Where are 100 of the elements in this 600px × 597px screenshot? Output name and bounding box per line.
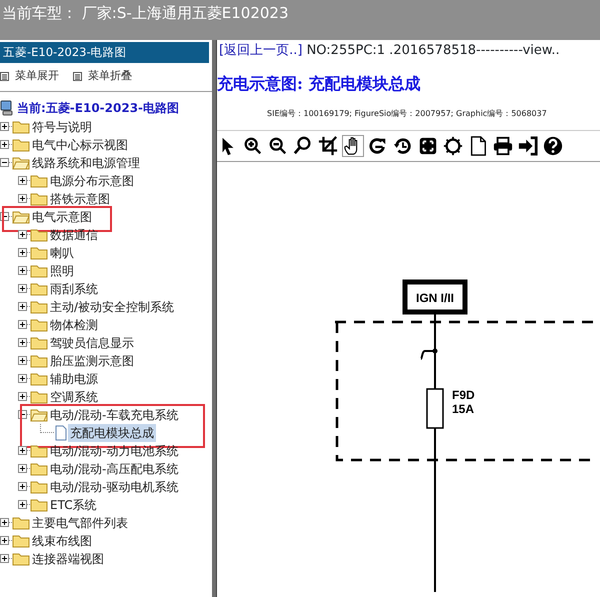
crop-icon: [318, 136, 338, 156]
tree-item[interactable]: 雨刮系统: [48, 280, 100, 298]
tree-item[interactable]: 电动/混动-动力电池系统: [48, 442, 180, 460]
folder-icon: [12, 210, 30, 224]
zoom-out-tool[interactable]: [267, 135, 289, 157]
folder-icon: [12, 156, 30, 170]
back-link[interactable]: [返回上一页..]: [219, 43, 302, 58]
expand-icon[interactable]: [0, 518, 9, 528]
folder-icon: [12, 534, 30, 548]
tree-root[interactable]: 当前:五菱-E10-2023-电路图: [17, 98, 180, 117]
tree-item[interactable]: 电动/混动-车载充电系统: [48, 406, 180, 424]
collapse-icon[interactable]: [0, 158, 9, 168]
expand-icon[interactable]: [18, 464, 27, 474]
expand-icon[interactable]: [0, 536, 9, 546]
sign-in-icon: [518, 136, 538, 156]
tree-item[interactable]: 辅助电源: [48, 370, 100, 388]
computer-icon: [0, 100, 14, 116]
tree-item[interactable]: 喇叭: [48, 244, 76, 262]
page-icon: [468, 136, 488, 156]
tree-item[interactable]: 连接器端视图: [30, 550, 106, 568]
hand-tool[interactable]: [342, 135, 364, 157]
tree-title: 五菱-E10-2023-电路图: [0, 42, 209, 64]
tree-item[interactable]: 符号与说明: [30, 118, 94, 136]
tree-item[interactable]: 线路系统和电源管理: [30, 154, 142, 172]
folder-icon: [30, 174, 48, 188]
expand-icon[interactable]: [18, 482, 27, 492]
folder-icon: [30, 444, 48, 458]
folder-icon: [30, 372, 48, 386]
gear-tool[interactable]: [442, 135, 464, 157]
expand-icon[interactable]: [18, 500, 27, 510]
tree-item[interactable]: ETC系统: [48, 496, 99, 514]
expand-icon[interactable]: [18, 230, 27, 240]
zoom-out-icon: [268, 136, 288, 156]
expand-icon[interactable]: [18, 266, 27, 276]
tree-item[interactable]: 照明: [48, 262, 76, 280]
tree-item[interactable]: 胎压监测示意图: [48, 352, 136, 370]
search-icon: [293, 136, 313, 156]
diagram-ids: SIE编号：100169179; FigureSio编号：2007957; Graphic编号：5068037: [267, 109, 547, 118]
menu-item[interactable]: 菜单折叠: [88, 68, 132, 85]
connector-label-box: [402, 280, 468, 314]
expand-icon[interactable]: [18, 284, 27, 294]
tree-item[interactable]: 主要电气部件列表: [30, 514, 130, 532]
expand-icon[interactable]: [18, 248, 27, 258]
folder-icon: [30, 462, 48, 476]
folder-icon: [30, 264, 48, 278]
tree-item[interactable]: 驾驶员信息显示: [48, 334, 136, 352]
expand-icon[interactable]: [0, 554, 9, 564]
tree-item[interactable]: 线束布线图: [30, 532, 94, 550]
tree-item[interactable]: 主动/被动安全控制系统: [48, 298, 176, 316]
connector-label: IGN I/II: [416, 291, 454, 305]
folder-icon: [12, 516, 30, 530]
folder-icon: [30, 192, 48, 206]
folder-icon: [12, 552, 30, 566]
expand-icon[interactable]: [18, 176, 27, 186]
help-icon: [543, 136, 563, 156]
expand-icon[interactable]: [18, 194, 27, 204]
expand-icon[interactable]: [18, 392, 27, 402]
tree-item[interactable]: 电动/混动-高压配电系统: [48, 460, 180, 478]
tree-item[interactable]: 搭铁示意图: [48, 190, 112, 208]
sign-in-tool[interactable]: [517, 135, 539, 157]
folder-icon: [12, 138, 30, 152]
print-icon: [493, 136, 513, 156]
tree-item[interactable]: 物体检测: [48, 316, 100, 334]
fuse: [426, 388, 444, 429]
tree-item[interactable]: 电气示意图: [30, 208, 94, 226]
expand-icon[interactable]: [0, 122, 9, 132]
fuse-label: F9D: [452, 388, 475, 402]
folder-icon: [30, 390, 48, 404]
tree-item[interactable]: 电动/混动-驱动电机系统: [48, 478, 180, 496]
folder-icon: [30, 282, 48, 296]
zoom-in-icon: [243, 136, 263, 156]
tree-item[interactable]: 充配电模块总成: [68, 424, 156, 442]
folder-icon: [30, 246, 48, 260]
fuse-rating: 15A: [452, 402, 474, 416]
expand-icon[interactable]: [18, 302, 27, 312]
tree-item[interactable]: 数据通信: [48, 226, 100, 244]
gear-icon: [443, 136, 463, 156]
fit-tool[interactable]: [417, 135, 439, 157]
menu-item[interactable]: 菜单展开: [15, 68, 59, 85]
crop-tool[interactable]: [317, 135, 339, 157]
expand-icon[interactable]: [18, 338, 27, 348]
zoom-in-tool[interactable]: [242, 135, 264, 157]
expand-icon[interactable]: [18, 356, 27, 366]
model-title: 当前车型： 厂家:S-上海通用五菱E102023: [2, 4, 288, 22]
expand-icon[interactable]: [0, 140, 9, 150]
folder-icon: [30, 498, 48, 512]
folder-icon: [30, 228, 48, 242]
expand-icon[interactable]: [18, 446, 27, 456]
tree-item[interactable]: 电气中心标示视图: [30, 136, 130, 154]
history-icon: [393, 136, 413, 156]
diagram-title: 充电示意图: 充配电模块总成: [217, 74, 420, 93]
tree-item[interactable]: 空调系统: [48, 388, 100, 406]
fit-icon: [418, 136, 438, 156]
help-tool[interactable]: [542, 135, 564, 157]
print-tool[interactable]: [492, 135, 514, 157]
folder-icon: [30, 336, 48, 350]
tree-item[interactable]: 电源分布示意图: [48, 172, 136, 190]
expand-icon[interactable]: [18, 374, 27, 384]
folder-icon: [30, 480, 48, 494]
expand-icon[interactable]: [18, 320, 27, 330]
